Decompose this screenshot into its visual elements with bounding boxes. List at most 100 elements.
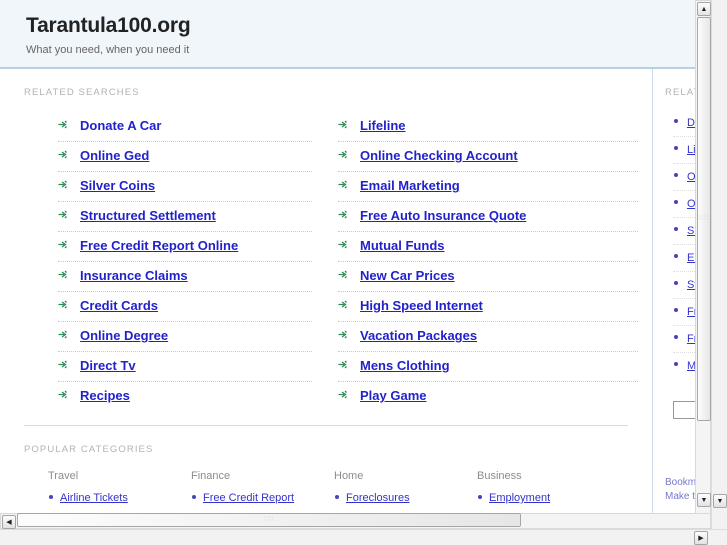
list-item[interactable]: Foreclosures [334,489,477,512]
arrow-bullet-icon [338,360,347,369]
arrow-bullet-icon [58,120,67,129]
list-item[interactable]: Free Auto Insurance Quote [338,202,638,232]
dot-bullet-icon [674,227,678,231]
list-item[interactable]: Airline Tickets [48,489,191,512]
related-search-link[interactable]: Online Degree [80,328,168,343]
dot-bullet-icon [674,200,678,204]
related-search-link[interactable]: Vacation Packages [360,328,477,343]
list-item[interactable]: Online Degree [58,322,312,352]
list-item[interactable]: High Speed Internet [338,292,638,322]
related-search-link[interactable]: Email Marketing [360,178,460,193]
related-search-link[interactable]: Direct Tv [80,358,136,373]
horizontal-scrollbar[interactable]: ◀ ∷∷ [0,513,711,529]
arrow-bullet-icon [338,150,347,159]
browser-viewport: Tarantula100.org What you need, when you… [0,0,727,545]
list-item[interactable]: Insurance Claims [58,262,312,292]
arrow-bullet-icon [338,180,347,189]
popular-categories-label: POPULAR CATEGORIES [24,444,154,455]
dot-bullet-icon [674,146,678,150]
arrow-bullet-icon [338,300,347,309]
arrow-bullet-icon [338,240,347,249]
related-search-link[interactable]: Free Auto Insurance Quote [360,208,526,223]
horizontal-scrollbar-thumb[interactable]: ∷∷ [17,513,521,527]
related-search-link[interactable]: Mens Clothing [360,358,450,373]
related-search-link[interactable]: Free Credit Report Online [80,238,238,253]
list-item[interactable]: Lifeline [338,112,638,142]
outer-vertical-scrollbar[interactable]: ▼ [711,0,727,545]
scrollbar-grip-icon: ∷∷ [698,215,710,222]
related-search-link[interactable]: Online Checking Account [360,148,518,163]
dot-bullet-icon [674,308,678,312]
category-link[interactable]: Free Credit Report [203,492,294,504]
list-item[interactable]: Mutual Funds [338,232,638,262]
related-search-link[interactable]: Insurance Claims [80,268,188,283]
outer-horizontal-scrollbar[interactable]: ▶ [0,529,727,545]
related-search-link[interactable]: Recipes [80,388,130,403]
list-item[interactable]: Free Credit Report [191,489,334,512]
related-search-link[interactable]: Structured Settlement [80,208,216,223]
related-search-link[interactable]: New Car Prices [360,268,455,283]
dot-bullet-icon [674,173,678,177]
related-search-link[interactable]: Online Ged [80,148,149,163]
dot-bullet-icon [478,495,482,499]
list-item[interactable]: Vacation Packages [338,322,638,352]
scroll-down-button[interactable]: ▼ [697,493,711,507]
scroll-left-button[interactable]: ◀ [2,515,16,529]
scroll-up-button[interactable]: ▲ [697,2,711,16]
related-searches-grid: Donate A Car Online Ged Silver Coins Str… [0,98,652,411]
list-item[interactable]: Credit Cards [58,292,312,322]
list-item[interactable]: Email Marketing [338,172,638,202]
arrow-bullet-icon [58,150,67,159]
list-item[interactable]: Free Credit Report Online [58,232,312,262]
site-tagline: What you need, when you need it [26,44,190,56]
related-search-link[interactable]: Silver Coins [80,178,155,193]
outer-scroll-right-button[interactable]: ▶ [694,531,708,545]
list-item[interactable]: New Car Prices [338,262,638,292]
related-search-link[interactable]: Lifeline [360,118,406,133]
category-link[interactable]: Employment [489,492,550,504]
arrow-bullet-icon [338,390,347,399]
vertical-scrollbar-thumb[interactable]: ∷∷ [697,17,711,421]
arrow-bullet-icon [338,330,347,339]
list-item[interactable]: Recipes [58,382,312,411]
category-heading: Travel [48,470,79,482]
list-item[interactable]: Structured Settlement [58,202,312,232]
arrow-bullet-icon [338,210,347,219]
related-search-link[interactable]: Mutual Funds [360,238,445,253]
vertical-scrollbar[interactable]: ▲ ∷∷ ▼ [695,0,711,529]
arrow-bullet-icon [58,240,67,249]
list-item[interactable]: Online Checking Account [338,142,638,172]
arrow-bullet-icon [58,330,67,339]
arrow-bullet-icon [58,390,67,399]
list-item[interactable]: Donate A Car [58,112,312,142]
related-searches-left-column: Donate A Car Online Ged Silver Coins Str… [0,112,326,411]
category-link[interactable]: Foreclosures [346,492,410,504]
dot-bullet-icon [192,495,196,499]
list-item[interactable]: Online Ged [58,142,312,172]
related-searches-label: RELATED SEARCHES [24,87,140,98]
list-item[interactable]: Direct Tv [58,352,312,382]
related-search-link[interactable]: Play Game [360,388,427,403]
related-search-link[interactable]: High Speed Internet [360,298,483,313]
arrow-bullet-icon [58,270,67,279]
dot-bullet-icon [674,281,678,285]
category-heading: Finance [191,470,231,482]
related-search-link[interactable]: Donate A Car [80,118,161,133]
dot-bullet-icon [674,119,678,123]
list-item[interactable]: Silver Coins [58,172,312,202]
list-item[interactable]: Play Game [338,382,638,411]
category-link[interactable]: Airline Tickets [60,492,128,504]
dot-bullet-icon [674,362,678,366]
outer-scroll-down-button[interactable]: ▼ [713,494,727,508]
related-search-link[interactable]: Credit Cards [80,298,158,313]
list-item[interactable]: Mens Clothing [338,352,638,382]
dot-bullet-icon [674,254,678,258]
related-searches-right-column: Lifeline Online Checking Account Email M… [326,112,652,411]
dot-bullet-icon [49,495,53,499]
dot-bullet-icon [335,495,339,499]
dot-bullet-icon [674,335,678,339]
list-item[interactable]: Employment [477,489,620,512]
arrow-bullet-icon [338,270,347,279]
category-heading: Business [477,470,522,482]
page-content: Tarantula100.org What you need, when you… [0,0,711,529]
